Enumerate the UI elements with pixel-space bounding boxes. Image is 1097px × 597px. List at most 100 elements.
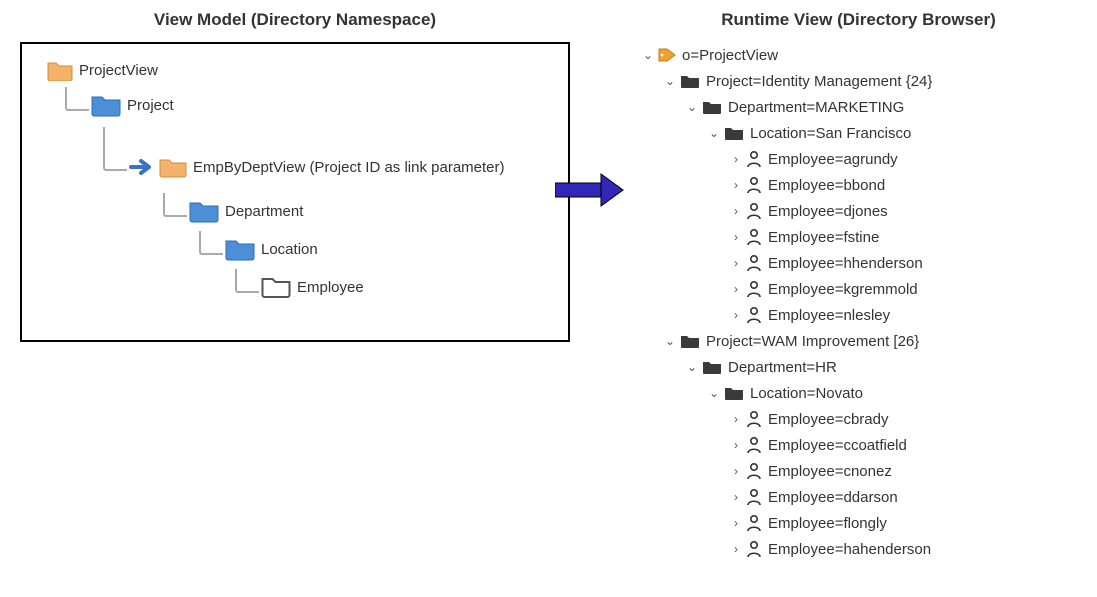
view-model-box: ProjectView Project EmpByDeptView (	[20, 42, 570, 342]
chevron-right-icon[interactable]: ›	[728, 490, 744, 504]
tree-node-department[interactable]: ⌄ Department=MARKETING	[640, 94, 1077, 120]
chevron-right-icon[interactable]: ›	[728, 308, 744, 322]
folder-icon	[680, 73, 700, 89]
chevron-right-icon[interactable]: ›	[728, 178, 744, 192]
vm-node-location: Location	[199, 237, 553, 261]
view-model-panel: View Model (Directory Namespace) Project…	[20, 10, 570, 342]
chevron-right-icon[interactable]: ›	[728, 516, 744, 530]
chevron-down-icon[interactable]: ⌄	[662, 334, 678, 348]
person-icon	[746, 254, 762, 272]
person-icon	[746, 202, 762, 220]
tree-connector	[235, 269, 259, 293]
folder-icon	[225, 237, 255, 261]
person-icon	[746, 436, 762, 454]
tree-node-label: Employee=agrundy	[768, 151, 898, 168]
tree-node-employee[interactable]: › Employee=bbond	[640, 172, 1077, 198]
tree-connector	[65, 87, 89, 111]
person-icon	[746, 150, 762, 168]
folder-icon	[702, 359, 722, 375]
tree-node-label: o=ProjectView	[682, 47, 778, 64]
folder-outline-icon	[261, 275, 291, 299]
folder-icon	[159, 156, 187, 178]
runtime-view-title: Runtime View (Directory Browser)	[640, 10, 1077, 30]
tree-node-label: Location=San Francisco	[750, 125, 911, 142]
vm-node-linkview: EmpByDeptView (Project ID as link parame…	[103, 145, 553, 189]
tree-node-label: Department=HR	[728, 359, 837, 376]
tree-node-label: Department=MARKETING	[728, 99, 904, 116]
tree-node-employee[interactable]: › Employee=flongly	[640, 510, 1077, 536]
tree-node-location[interactable]: ⌄ Location=Novato	[640, 380, 1077, 406]
tree-node-employee[interactable]: › Employee=agrundy	[640, 146, 1077, 172]
chevron-right-icon[interactable]: ›	[728, 282, 744, 296]
tree-node-label: Location=Novato	[750, 385, 863, 402]
vm-label-linkview: EmpByDeptView (Project ID as link parame…	[193, 159, 505, 176]
tree-node-label: Project=Identity Management {24}	[706, 73, 932, 90]
chevron-right-icon[interactable]: ›	[728, 256, 744, 270]
tree-node-label: Project=WAM Improvement [26}	[706, 333, 919, 350]
folder-icon	[47, 59, 73, 81]
chevron-down-icon[interactable]: ⌄	[684, 360, 700, 374]
folder-icon	[680, 333, 700, 349]
runtime-view-panel: Runtime View (Directory Browser) ⌄ o=Proj…	[570, 10, 1077, 562]
tree-node-employee[interactable]: › Employee=fstine	[640, 224, 1077, 250]
chevron-down-icon[interactable]: ⌄	[706, 126, 722, 140]
tree-node-label: Employee=nlesley	[768, 307, 890, 324]
tree-connector	[103, 127, 127, 171]
tree-node-label: Employee=bbond	[768, 177, 885, 194]
tree-node-label: Employee=ddarson	[768, 489, 898, 506]
person-icon	[746, 410, 762, 428]
tree-node-department[interactable]: ⌄ Department=HR	[640, 354, 1077, 380]
chevron-right-icon[interactable]: ›	[728, 152, 744, 166]
chevron-right-icon[interactable]: ›	[728, 438, 744, 452]
tree-node-label: Employee=kgremmold	[768, 281, 918, 298]
tree-node-root[interactable]: ⌄ o=ProjectView	[640, 42, 1077, 68]
tree-node-employee[interactable]: ›Employee=hhenderson	[640, 250, 1077, 276]
chevron-down-icon[interactable]: ⌄	[706, 386, 722, 400]
tree-node-label: Employee=djones	[768, 203, 888, 220]
tree-node-label: Employee=ccoatfield	[768, 437, 907, 454]
folder-icon	[702, 99, 722, 115]
tree-node-project[interactable]: ⌄ Project=WAM Improvement [26}	[640, 328, 1077, 354]
chevron-down-icon[interactable]: ⌄	[662, 74, 678, 88]
tree-node-employee[interactable]: ›Employee=cbrady	[640, 406, 1077, 432]
chevron-right-icon[interactable]: ›	[728, 230, 744, 244]
folder-icon	[724, 125, 744, 141]
vm-label-employee: Employee	[297, 279, 364, 296]
folder-icon	[91, 93, 121, 117]
tree-node-employee[interactable]: › Employee=kgremmold	[640, 276, 1077, 302]
runtime-tree: ⌄ o=ProjectView ⌄ Project=Identity Manageme…	[640, 42, 1077, 562]
tree-connector	[199, 231, 223, 255]
folder-icon	[189, 199, 219, 223]
chevron-right-icon[interactable]: ›	[728, 464, 744, 478]
person-icon	[746, 228, 762, 246]
tree-node-label: Employee=hahenderson	[768, 541, 931, 558]
tree-node-location[interactable]: ⌄ Location=San Francisco	[640, 120, 1077, 146]
tree-node-label: Employee=flongly	[768, 515, 887, 532]
person-icon	[746, 176, 762, 194]
vm-label-projectview: ProjectView	[79, 62, 158, 79]
person-icon	[746, 540, 762, 558]
chevron-right-icon[interactable]: ›	[728, 412, 744, 426]
flow-arrow-icon	[555, 170, 625, 210]
chevron-right-icon[interactable]: ›	[728, 204, 744, 218]
tree-node-label: Employee=fstine	[768, 229, 879, 246]
tree-node-project[interactable]: ⌄ Project=Identity Management {24}	[640, 68, 1077, 94]
person-icon	[746, 488, 762, 506]
chevron-down-icon[interactable]: ⌄	[640, 48, 656, 62]
tag-icon	[658, 47, 676, 63]
chevron-down-icon[interactable]: ⌄	[684, 100, 700, 114]
person-icon	[746, 280, 762, 298]
chevron-right-icon[interactable]: ›	[728, 542, 744, 556]
tree-node-employee[interactable]: › Employee=ddarson	[640, 484, 1077, 510]
tree-node-employee[interactable]: › Employee=djones	[640, 198, 1077, 224]
vm-label-project: Project	[127, 97, 174, 114]
tree-node-label: Employee=cnonez	[768, 463, 892, 480]
vm-node-department: Department	[163, 199, 553, 223]
vm-node-projectview: ProjectView	[47, 59, 553, 81]
person-icon	[746, 462, 762, 480]
vm-label-location: Location	[261, 241, 318, 258]
tree-node-employee[interactable]: › Employee=hahenderson	[640, 536, 1077, 562]
tree-node-employee[interactable]: › Employee=cnonez	[640, 458, 1077, 484]
tree-node-employee[interactable]: › Employee=nlesley	[640, 302, 1077, 328]
tree-node-employee[interactable]: › Employee=ccoatfield	[640, 432, 1077, 458]
